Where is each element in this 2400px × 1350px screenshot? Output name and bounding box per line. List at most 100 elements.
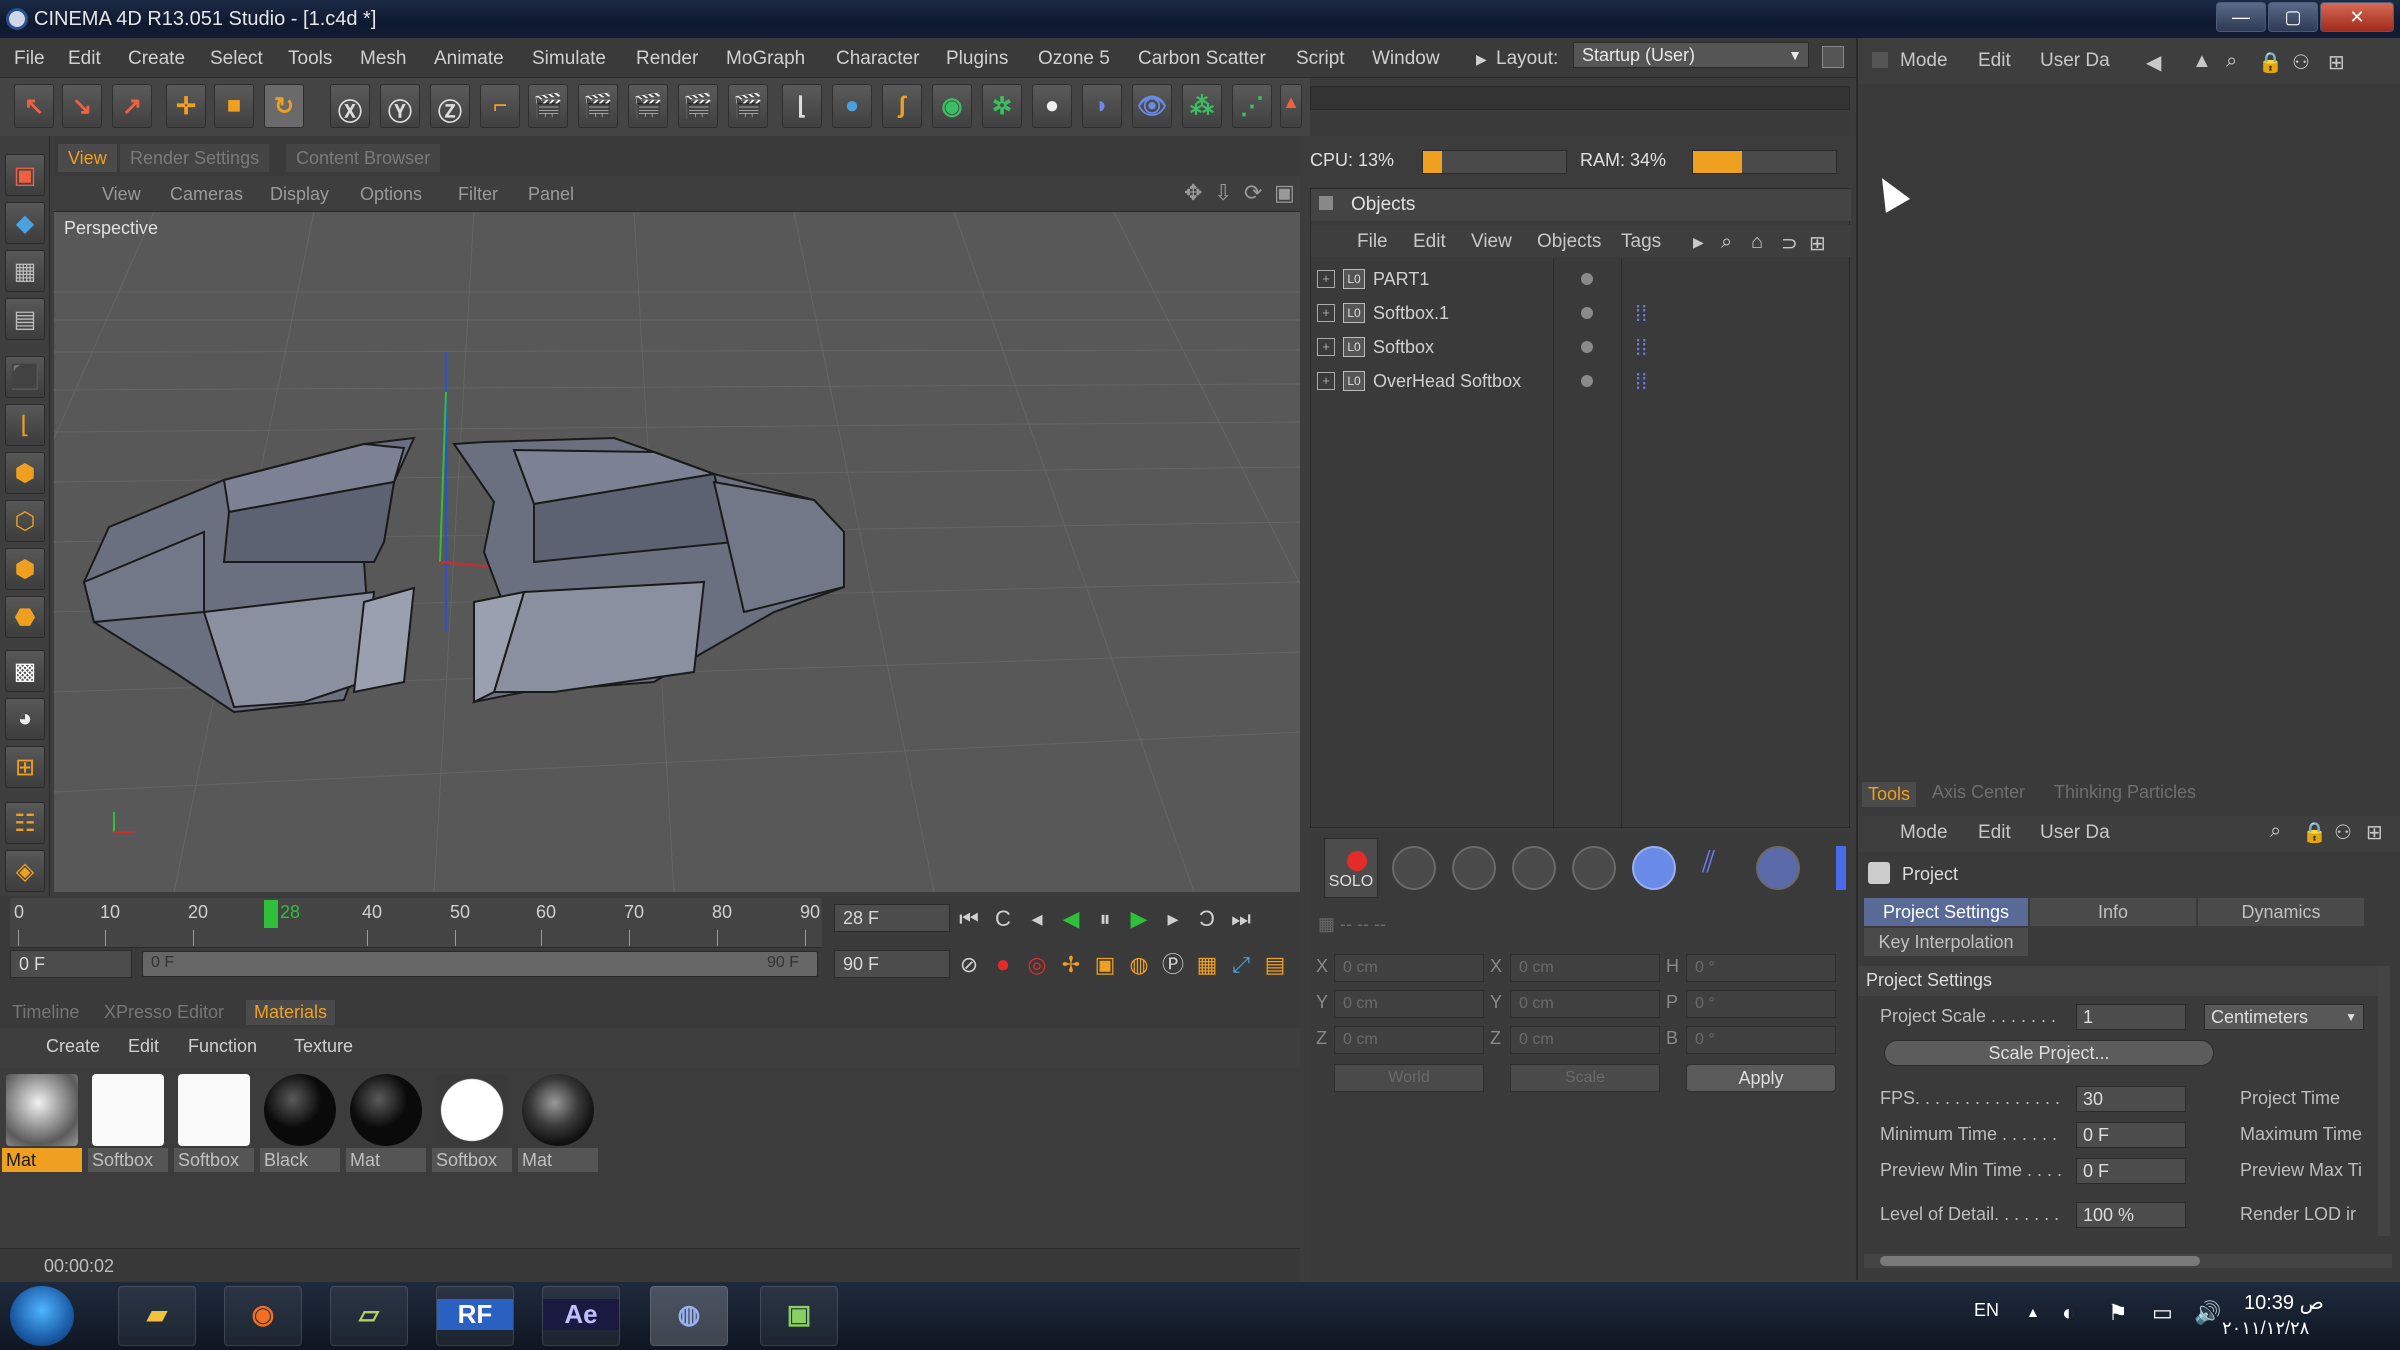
new-panel-icon[interactable]: ⊞: [2328, 50, 2345, 75]
flag-tray-icon[interactable]: ⚑: [2108, 1300, 2128, 1326]
light-button[interactable]: ●: [1032, 84, 1072, 128]
end-frame-field[interactable]: 90 F: [834, 950, 950, 978]
goto-prev-frame-button[interactable]: ◂: [1022, 904, 1052, 934]
tag-icon[interactable]: ⁞⁞: [1635, 301, 1647, 327]
preview-min-field[interactable]: 0 F: [2076, 1158, 2186, 1184]
material-swatch[interactable]: Softbox: [432, 1072, 512, 1174]
preview-range-slider[interactable]: 0 F 90 F: [142, 951, 818, 977]
back-arrow-icon[interactable]: ◀: [2146, 50, 2161, 75]
more-tools-icon[interactable]: [1836, 846, 1846, 890]
world-select[interactable]: World: [1334, 1064, 1484, 1092]
material-menu-texture[interactable]: Texture: [294, 1036, 353, 1057]
edit-render-settings-button[interactable]: 🎬: [678, 84, 718, 128]
viewport-menu-panel[interactable]: Panel: [528, 184, 574, 205]
edges-mode-button[interactable]: ⬡: [5, 500, 45, 542]
visibility-dot-icon[interactable]: [1581, 341, 1593, 353]
timeline-window-button[interactable]: ▤: [1260, 950, 1290, 980]
menu-file[interactable]: File: [14, 48, 45, 70]
position-x-field[interactable]: 0 cm: [1334, 954, 1484, 982]
menu-carbon-scatter[interactable]: Carbon Scatter: [1138, 48, 1266, 70]
undo-button[interactable]: ↖: [14, 84, 54, 128]
viewport-menu-cameras[interactable]: Cameras: [170, 184, 243, 205]
array-button[interactable]: ✲: [982, 84, 1022, 128]
uv-mode-button[interactable]: ⬣: [5, 596, 45, 638]
primitive-button[interactable]: ●: [832, 84, 872, 128]
goto-next-key-button[interactable]: Ɔ: [1192, 904, 1222, 934]
tab-tools[interactable]: Tools: [1862, 782, 1917, 807]
menu-mesh[interactable]: Mesh: [360, 48, 406, 70]
material-swatch[interactable]: Softbox: [174, 1072, 254, 1174]
camera-button[interactable]: 👁: [1132, 84, 1172, 128]
snap-button[interactable]: ⊞: [5, 746, 45, 788]
position-y-field[interactable]: 0 cm: [1334, 990, 1484, 1018]
new-view-icon[interactable]: ⊞: [1809, 231, 1826, 256]
object-menu-edit[interactable]: Edit: [1413, 231, 1446, 253]
workplane-button[interactable]: ▤: [5, 298, 45, 340]
tab-key-interpolation[interactable]: Key Interpolation: [1864, 928, 2028, 956]
network-tray-icon[interactable]: ◐: [2062, 1300, 2075, 1326]
visibility-dot-icon[interactable]: [1581, 375, 1593, 387]
make-editable-button[interactable]: ▣: [5, 154, 45, 196]
menu-character[interactable]: Character: [836, 48, 919, 70]
deformer-button[interactable]: ◗: [1082, 84, 1122, 128]
sculpt-button[interactable]: ◕: [5, 698, 45, 740]
tab-timeline[interactable]: Timeline: [4, 1000, 87, 1025]
viewport-menu-display[interactable]: Display: [270, 184, 329, 205]
up-arrow-icon[interactable]: ▲: [2192, 50, 2212, 73]
scale-y-field[interactable]: 0 cm: [1510, 990, 1660, 1018]
volume-tray-icon[interactable]: 🔊: [2194, 1300, 2221, 1326]
playhead-marker[interactable]: [264, 900, 278, 928]
material-menu-edit[interactable]: Edit: [128, 1036, 159, 1057]
3d-viewport[interactable]: Perspective: [54, 212, 1300, 892]
menu-ozone5[interactable]: Ozone 5: [1038, 48, 1110, 70]
planar-workplane-button[interactable]: ◈: [5, 850, 45, 892]
rotation-h-field[interactable]: 0 °: [1686, 954, 1836, 982]
menu-edit[interactable]: Edit: [68, 48, 101, 70]
material-menu-create[interactable]: Create: [46, 1036, 100, 1057]
start-frame-field[interactable]: 0 F: [10, 950, 132, 978]
render-view-button[interactable]: 🎬: [528, 84, 568, 128]
null-object-button[interactable]: ⌊: [782, 84, 822, 128]
task-notes[interactable]: ▱: [330, 1286, 408, 1346]
menu-tools[interactable]: Tools: [288, 48, 332, 70]
right-menu-edit[interactable]: Edit: [1978, 50, 2011, 72]
menu-more-arrow-icon[interactable]: ▶: [1693, 234, 1704, 251]
render-picture-viewer-button[interactable]: 🎬: [628, 84, 668, 128]
key-rotation-button[interactable]: ◍: [1124, 950, 1154, 980]
menu-animate[interactable]: Animate: [434, 48, 504, 70]
texture-mode-button[interactable]: ▦: [5, 250, 45, 292]
material-menu-function[interactable]: Function: [188, 1036, 257, 1057]
viewport-menu-filter[interactable]: Filter: [458, 184, 498, 205]
viewport-rotate-icon[interactable]: ⟳: [1244, 180, 1262, 206]
interpolation-button[interactable]: ⤢: [1226, 950, 1256, 980]
solo-single-icon[interactable]: [1392, 846, 1436, 890]
tab-render-settings[interactable]: Render Settings: [120, 144, 270, 172]
solo-link-icon[interactable]: [1572, 846, 1616, 890]
polygons-mode-button[interactable]: ⬢: [5, 548, 45, 590]
tab-xpresso-editor[interactable]: XPresso Editor: [96, 1000, 232, 1025]
solo-selection-icon[interactable]: [1512, 846, 1556, 890]
goto-start-button[interactable]: ⏮: [954, 904, 984, 934]
x-axis-button[interactable]: Ⓧ: [330, 84, 370, 128]
link-icon[interactable]: ⚇: [2334, 820, 2352, 845]
render-region-button[interactable]: 🎬: [578, 84, 618, 128]
attr-menu-mode[interactable]: Mode: [1900, 822, 1948, 844]
timeline-ruler[interactable]: 0 10 20 28 40 50 60 70 80 90: [10, 898, 822, 948]
goto-end-button[interactable]: ⏭: [1226, 904, 1256, 934]
tag-button[interactable]: ▲: [1280, 84, 1302, 128]
viewport-maximize-icon[interactable]: ▣: [1274, 180, 1295, 206]
object-menu-file[interactable]: File: [1357, 231, 1388, 253]
spline-button[interactable]: ʃ: [882, 84, 922, 128]
task-media[interactable]: ▣: [760, 1286, 838, 1346]
solo-hierarchy-icon[interactable]: [1452, 846, 1496, 890]
search-icon[interactable]: ⌕: [2226, 50, 2237, 73]
live-select-button[interactable]: ↘: [62, 84, 102, 128]
record-keys-icon[interactable]: ⊘: [954, 950, 984, 980]
task-cinema4d[interactable]: ◍: [650, 1286, 728, 1346]
checker-button[interactable]: ▩: [5, 650, 45, 692]
object-row[interactable]: + L0 OverHead Softbox ⁞⁞: [1317, 365, 1845, 397]
tag-icon[interactable]: ⁞⁞: [1635, 369, 1647, 395]
key-param-button[interactable]: Ⓟ: [1158, 950, 1188, 980]
object-row[interactable]: + L0 Softbox.1 ⁞⁞: [1317, 297, 1845, 329]
task-after-effects[interactable]: Ae: [542, 1286, 620, 1346]
